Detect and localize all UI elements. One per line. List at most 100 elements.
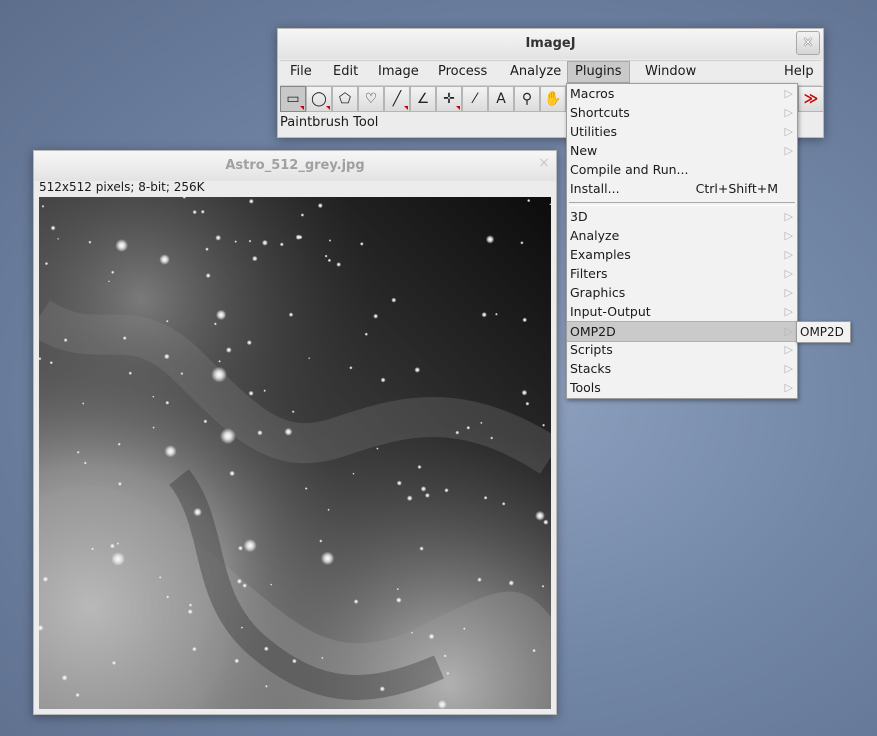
star [246,340,252,346]
star [480,421,483,425]
oval-glyph: ◯ [311,91,327,107]
submenu-arrow-icon: ▷ [784,267,793,280]
star [234,658,240,664]
plugins-item-input-output[interactable]: Input-Output ▷ [567,302,797,321]
plugins-item-scripts[interactable]: Scripts ▷ [567,340,797,359]
star [261,239,268,246]
star [41,204,45,208]
menu-analyze[interactable]: Analyze [503,62,568,82]
star [49,361,53,365]
plugins-item-macros[interactable]: Macros ▷ [567,84,797,103]
menu-window[interactable]: Window [638,62,703,82]
menu-plugins[interactable]: Plugins [567,61,630,83]
star [242,583,247,588]
star [57,237,60,240]
image-canvas[interactable] [39,197,551,709]
rectangle-select-icon[interactable]: ▭ [280,86,306,112]
star [263,646,269,652]
star [152,426,155,429]
star [122,336,127,341]
image-window-close-icon[interactable]: × [537,156,551,170]
point-tool-icon[interactable]: ✛ [436,86,462,112]
image-window-titlebar[interactable]: Astro_512_grey.jpg [34,151,556,181]
submenu-item-omp2d[interactable]: OMP2D [800,325,844,339]
more-tools-icon[interactable]: ≫ [798,86,824,112]
oval-select-icon[interactable]: ◯ [306,86,332,112]
menu-help[interactable]: Help [777,62,821,82]
submenu-arrow-icon: ▷ [784,210,793,223]
star [483,495,488,500]
star [396,597,402,603]
imagej-titlebar[interactable]: ImageJ [278,29,823,59]
polygon-select-icon[interactable]: ⬠ [332,86,358,112]
star [192,646,197,652]
star [111,660,117,665]
star [110,543,115,549]
freehand-select-icon[interactable]: ♡ [358,86,384,112]
plugins-item-omp2d[interactable]: OMP2D ▷ [567,321,797,342]
menu-image[interactable]: Image [371,62,426,82]
hand-glyph: ✋ [544,91,562,107]
line-tool-icon[interactable]: ╱ [384,86,410,112]
star [180,372,184,376]
star [88,240,92,244]
image-window-title: Astro_512_grey.jpg [225,158,365,173]
plugins-item-analyze[interactable]: Analyze ▷ [567,226,797,245]
menu-edit[interactable]: Edit [326,62,365,82]
plugins-item-examples[interactable]: Examples ▷ [567,245,797,264]
star [200,209,205,214]
star [165,400,170,405]
star [396,587,399,591]
star [481,312,487,318]
image-window: Astro_512_grey.jpg × 512x512 pixels; 8-b… [33,150,557,715]
star [279,242,284,247]
menu-process[interactable]: Process [431,62,494,82]
star [291,410,295,414]
star [159,254,170,265]
plugins-item-3d[interactable]: 3D ▷ [567,207,797,226]
star [50,225,56,231]
plugins-item-graphics[interactable]: Graphics ▷ [567,283,797,302]
star [541,584,545,588]
star [364,332,368,336]
shortcut-label: Ctrl+Shift+M [695,181,778,196]
star [83,461,87,465]
item-label: OMP2D [570,324,616,339]
item-label: Filters [570,266,608,281]
item-label: Input-Output [570,304,651,319]
star [522,317,528,323]
submenu-arrow-icon: ▷ [784,144,793,157]
plugins-item-compile-and-run[interactable]: Compile and Run... [567,160,797,179]
menu-file[interactable]: File [283,62,319,82]
text-tool-icon[interactable]: A [488,86,514,112]
status-bar: Paintbrush Tool [280,115,379,130]
hand-tool-icon[interactable]: ✋ [540,86,566,112]
angle-tool-icon[interactable]: ∠ [410,86,436,112]
plugins-item-filters[interactable]: Filters ▷ [567,264,797,283]
wand-tool-icon[interactable]: ⁄ [462,86,488,112]
star [490,436,494,440]
star [417,464,422,470]
star [284,427,293,436]
plugins-item-tools[interactable]: Tools ▷ [567,378,797,397]
star [292,658,297,664]
plugins-item-new[interactable]: New ▷ [567,141,797,160]
magnifier-icon[interactable]: ⚲ [514,86,540,112]
star [485,235,495,244]
star [455,430,460,435]
imagej-close-icon[interactable]: × [796,31,820,55]
item-label: Utilities [570,124,618,139]
omp2d-submenu: OMP2D [796,321,851,343]
plugins-item-install[interactable]: Install... Ctrl+Shift+M [567,179,797,198]
star [111,552,125,566]
plugins-item-stacks[interactable]: Stacks ▷ [567,359,797,378]
plugins-menu: Macros ▷ Shortcuts ▷ Utilities ▷ New ▷ Compi… [566,83,798,399]
rectangle-glyph: ▭ [286,91,300,107]
star [152,395,155,398]
submenu-arrow-icon: ▷ [784,362,793,375]
star [428,633,435,640]
plugins-item-shortcuts[interactable]: Shortcuts ▷ [567,103,797,122]
plugins-item-utilities[interactable]: Utilities ▷ [567,122,797,141]
star [236,578,242,584]
star [164,445,177,458]
